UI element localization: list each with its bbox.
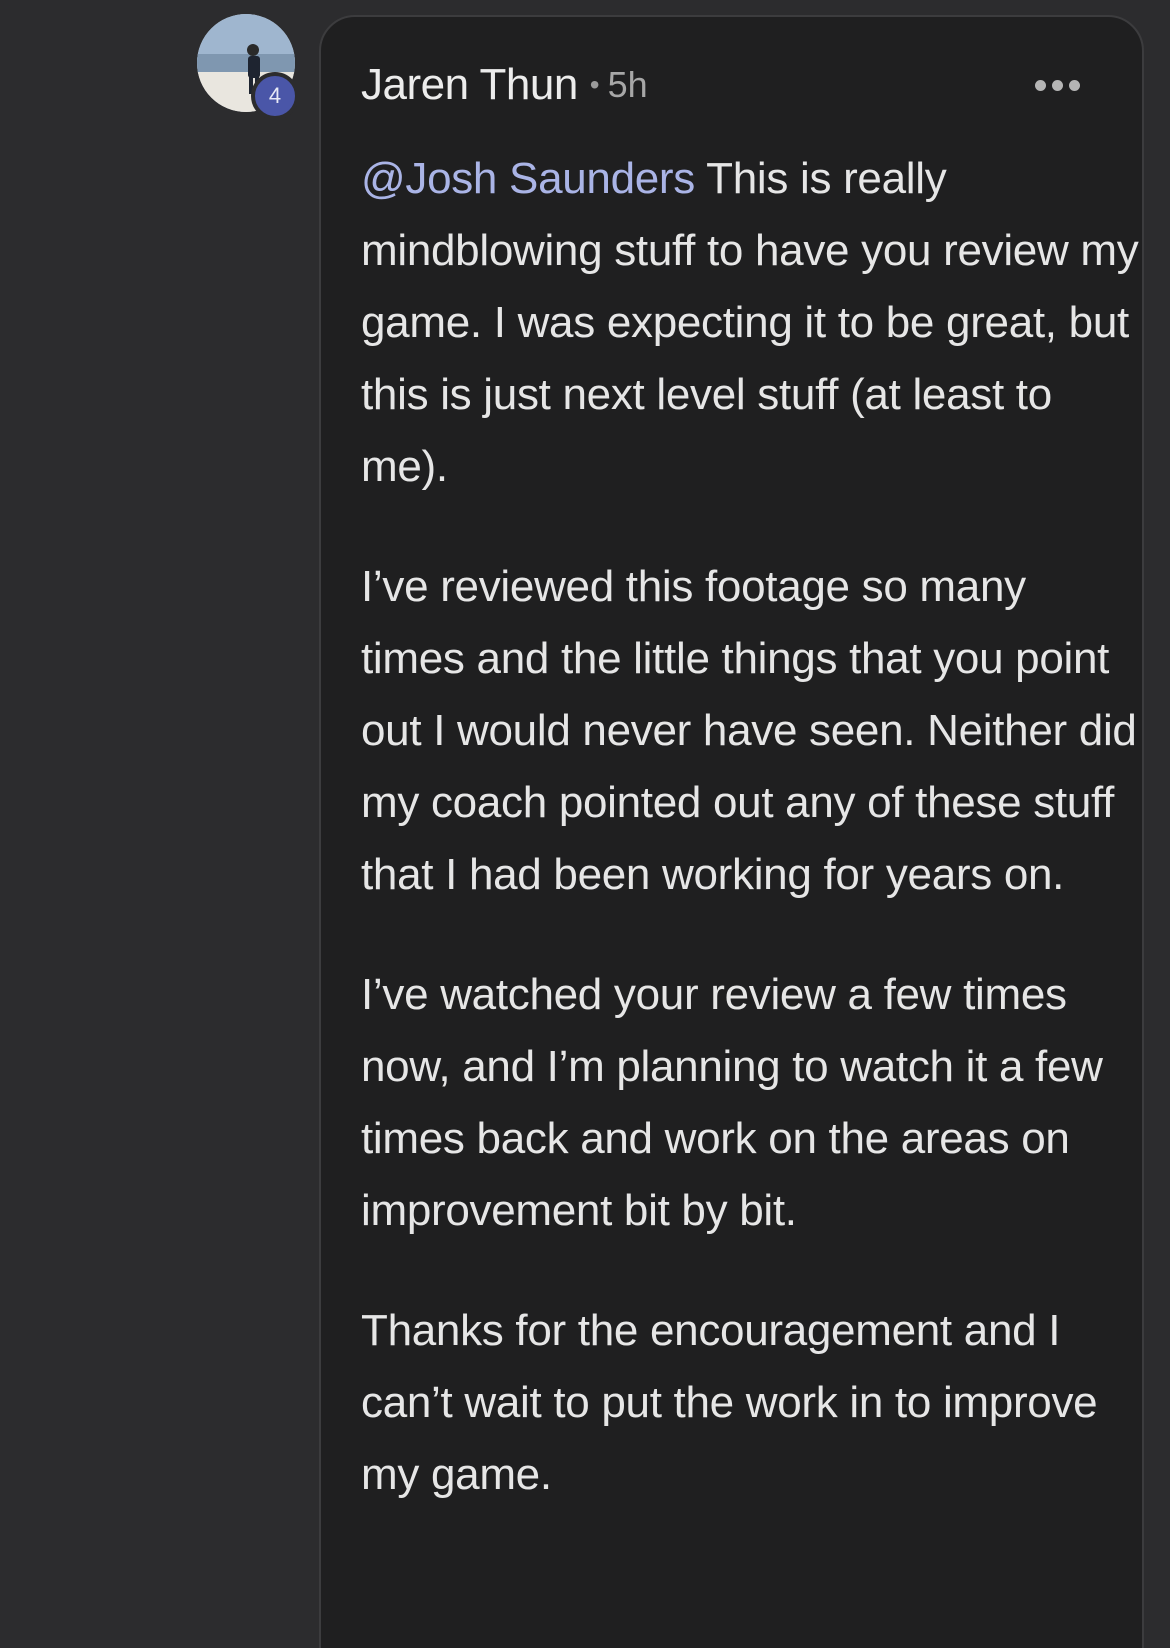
paragraph: I’ve watched your review a few times now… xyxy=(361,970,1103,1235)
more-horizontal-icon[interactable] xyxy=(1035,67,1080,103)
timestamp: 5h xyxy=(607,64,648,105)
author-name[interactable]: Jaren Thun xyxy=(361,60,578,110)
separator-dot: • xyxy=(589,69,600,100)
paragraph: @Josh Saunders This is really mindblowin… xyxy=(361,143,1141,503)
comment-card: Jaren Thun • 5h @Josh Saunders This is r… xyxy=(319,15,1144,1648)
comment-body: @Josh Saunders This is really mindblowin… xyxy=(361,143,1141,1559)
mention-link[interactable]: @Josh Saunders xyxy=(361,154,695,203)
comment-thread: 4 Jaren Thun • 5h @Josh Saunders This is… xyxy=(0,0,1170,1648)
more-dot xyxy=(1035,79,1046,91)
paragraph-text: This is really mindblowing stuff to have… xyxy=(361,154,1139,491)
more-dot xyxy=(1069,79,1080,91)
notification-badge: 4 xyxy=(251,72,299,120)
paragraph: Thanks for the encouragement and I can’t… xyxy=(361,1306,1098,1499)
paragraph: I’ve reviewed this footage so many times… xyxy=(361,562,1137,899)
avatar-container[interactable]: 4 xyxy=(197,14,299,120)
more-dot xyxy=(1052,79,1063,91)
comment-header: Jaren Thun • 5h xyxy=(361,57,1102,113)
